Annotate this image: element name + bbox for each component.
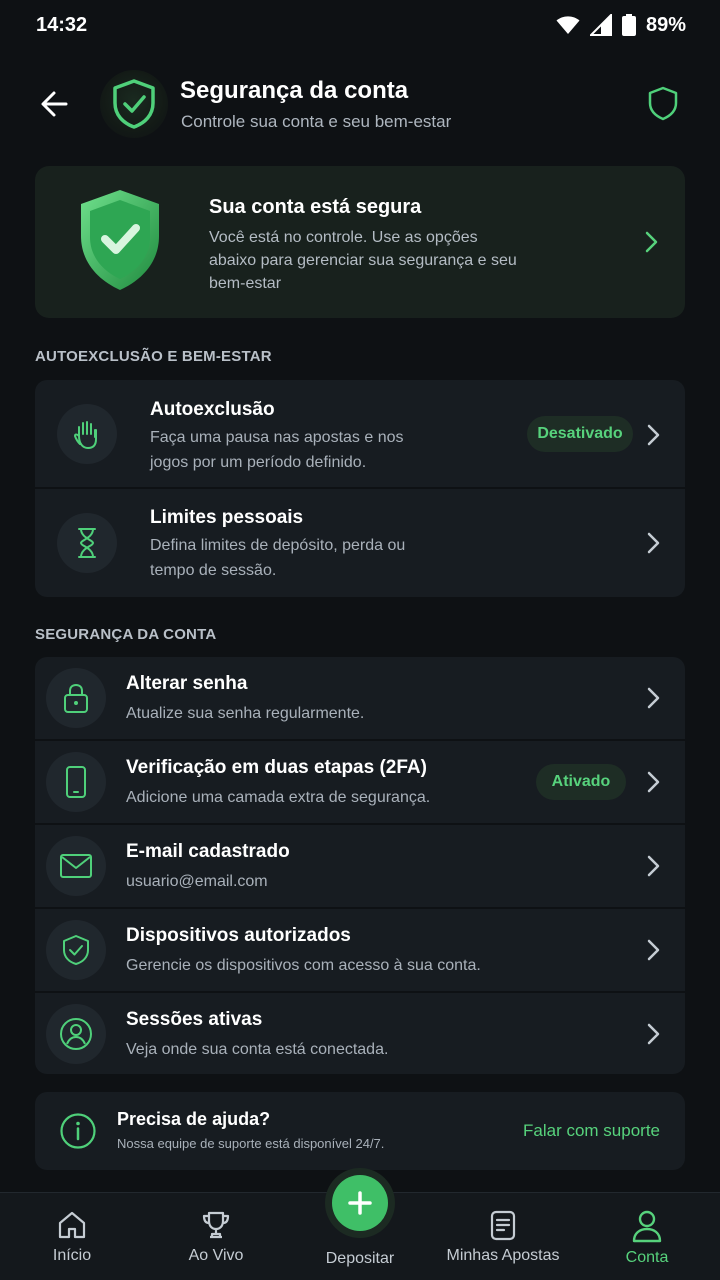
- row-desc: Atualize sua senha regularmente.: [126, 705, 365, 722]
- chevron-right-icon: [641, 230, 661, 259]
- status-badge: Desativado: [527, 416, 633, 452]
- status-time: 14:32: [36, 13, 88, 36]
- header-shield-button[interactable]: [646, 85, 680, 126]
- list-item-sessoes[interactable]: Sessões ativas Veja onde sua conta está …: [35, 993, 685, 1074]
- page-subtitle: Controle sua conta e seu bem-estar: [181, 112, 452, 131]
- row-desc: usuario@email.com: [126, 873, 268, 890]
- section-label-wellbeing: AUTOEXCLUSÃO E BEM-ESTAR: [35, 348, 272, 365]
- trophy-icon: [202, 1211, 230, 1239]
- row-desc: Gerencie os dispositivos com acesso à su…: [126, 957, 481, 974]
- hourglass-icon: [57, 513, 117, 573]
- chevron-right-icon: [645, 770, 661, 799]
- wellbeing-card: Autoexclusão Faça uma pausa nas apostas …: [35, 380, 685, 597]
- chevron-right-icon: [645, 686, 661, 715]
- deposit-fab: [332, 1175, 388, 1231]
- list-item-limites[interactable]: Limites pessoais Defina limites de depós…: [35, 489, 685, 597]
- deposit-button[interactable]: [325, 1168, 395, 1238]
- back-button[interactable]: [36, 84, 76, 124]
- row-title: Alterar senha: [126, 673, 248, 694]
- row-desc: Adicione uma camada extra de segurança.: [126, 789, 431, 806]
- arrow-left-icon: [41, 91, 68, 117]
- user-circle-icon: [46, 1004, 106, 1064]
- row-title: Sessões ativas: [126, 1009, 263, 1030]
- shield-illustration: [75, 186, 165, 299]
- list-item-alterar-senha[interactable]: Alterar senha Atualize sua senha regular…: [35, 657, 685, 741]
- user-icon: [632, 1210, 662, 1243]
- hand-icon: [57, 404, 117, 464]
- chevron-right-icon: [645, 531, 661, 560]
- battery-icon: [621, 14, 636, 36]
- document-icon: [490, 1210, 516, 1241]
- list-item-dispositivos[interactable]: Dispositivos autorizados Gerencie os dis…: [35, 909, 685, 993]
- phone-icon: [46, 752, 106, 812]
- row-title: Limites pessoais: [150, 507, 304, 528]
- help-title: Precisa de ajuda?: [117, 1109, 271, 1129]
- hero-text: Você está no controle. Use as opções aba…: [209, 229, 517, 292]
- nav-label: Ao Vivo: [188, 1247, 244, 1264]
- row-title: Verificação em duas etapas (2FA): [126, 757, 427, 778]
- contact-support-link[interactable]: Falar com suporte: [523, 1121, 660, 1141]
- status-badge: Ativado: [536, 764, 626, 800]
- chevron-right-icon: [645, 938, 661, 967]
- row-desc: Defina limites de depósito, perda ou tem…: [150, 537, 406, 579]
- chevron-right-icon: [645, 854, 661, 883]
- chevron-right-icon: [645, 1022, 661, 1051]
- shield-check-icon: [113, 79, 155, 129]
- status-bar: 14:32 89%: [0, 0, 720, 50]
- row-title: Dispositivos autorizados: [126, 925, 351, 946]
- shield-check-icon: [46, 920, 106, 980]
- header-shield-badge: [100, 70, 168, 138]
- home-icon: [58, 1211, 86, 1239]
- row-desc: Faça uma pausa nas apostas e nos jogos p…: [150, 429, 404, 471]
- hero-title: Sua conta está segura: [209, 196, 422, 218]
- nav-label: Conta: [625, 1249, 669, 1266]
- mail-icon: [46, 836, 106, 896]
- row-title: Autoexclusão: [150, 399, 275, 420]
- shield-icon: [648, 86, 678, 121]
- status-icons: 89%: [556, 14, 686, 37]
- nav-item-conta[interactable]: Conta: [597, 1193, 697, 1280]
- account-secure-card[interactable]: Sua conta está segura Você está no contr…: [35, 166, 685, 318]
- nav-item-ao-vivo[interactable]: Ao Vivo: [166, 1193, 266, 1280]
- lock-icon: [46, 668, 106, 728]
- page-title: Segurança da conta: [180, 77, 409, 104]
- list-item-email[interactable]: E-mail cadastrado usuario@email.com: [35, 825, 685, 909]
- row-title: E-mail cadastrado: [126, 841, 290, 862]
- plus-icon: [348, 1191, 372, 1215]
- nav-label-depositar[interactable]: Depositar: [300, 1250, 420, 1268]
- signal-icon: [589, 14, 612, 36]
- help-subtitle: Nossa equipe de suporte está disponível …: [117, 1136, 385, 1151]
- chevron-right-icon: [645, 423, 661, 452]
- shield-check-icon: [81, 190, 159, 290]
- info-icon: [59, 1112, 97, 1155]
- list-item-2fa[interactable]: Verificação em duas etapas (2FA) Adicion…: [35, 741, 685, 825]
- nav-item-inicio[interactable]: Início: [22, 1193, 122, 1280]
- nav-item-minhas-apostas[interactable]: Minhas Apostas: [432, 1193, 574, 1280]
- row-desc: Veja onde sua conta está conectada.: [126, 1041, 389, 1058]
- battery-percent: 89%: [645, 13, 686, 36]
- wifi-icon: [556, 16, 580, 34]
- security-card: Alterar senha Atualize sua senha regular…: [35, 657, 685, 1074]
- page-header: Segurança da conta Controle sua conta e …: [0, 66, 720, 142]
- nav-label: Início: [52, 1247, 92, 1264]
- section-label-security: SEGURANÇA DA CONTA: [35, 626, 217, 643]
- list-item-autoexclusao[interactable]: Autoexclusão Faça uma pausa nas apostas …: [35, 380, 685, 489]
- help-card: Precisa de ajuda? Nossa equipe de suport…: [35, 1092, 685, 1170]
- nav-label: Minhas Apostas: [446, 1247, 560, 1264]
